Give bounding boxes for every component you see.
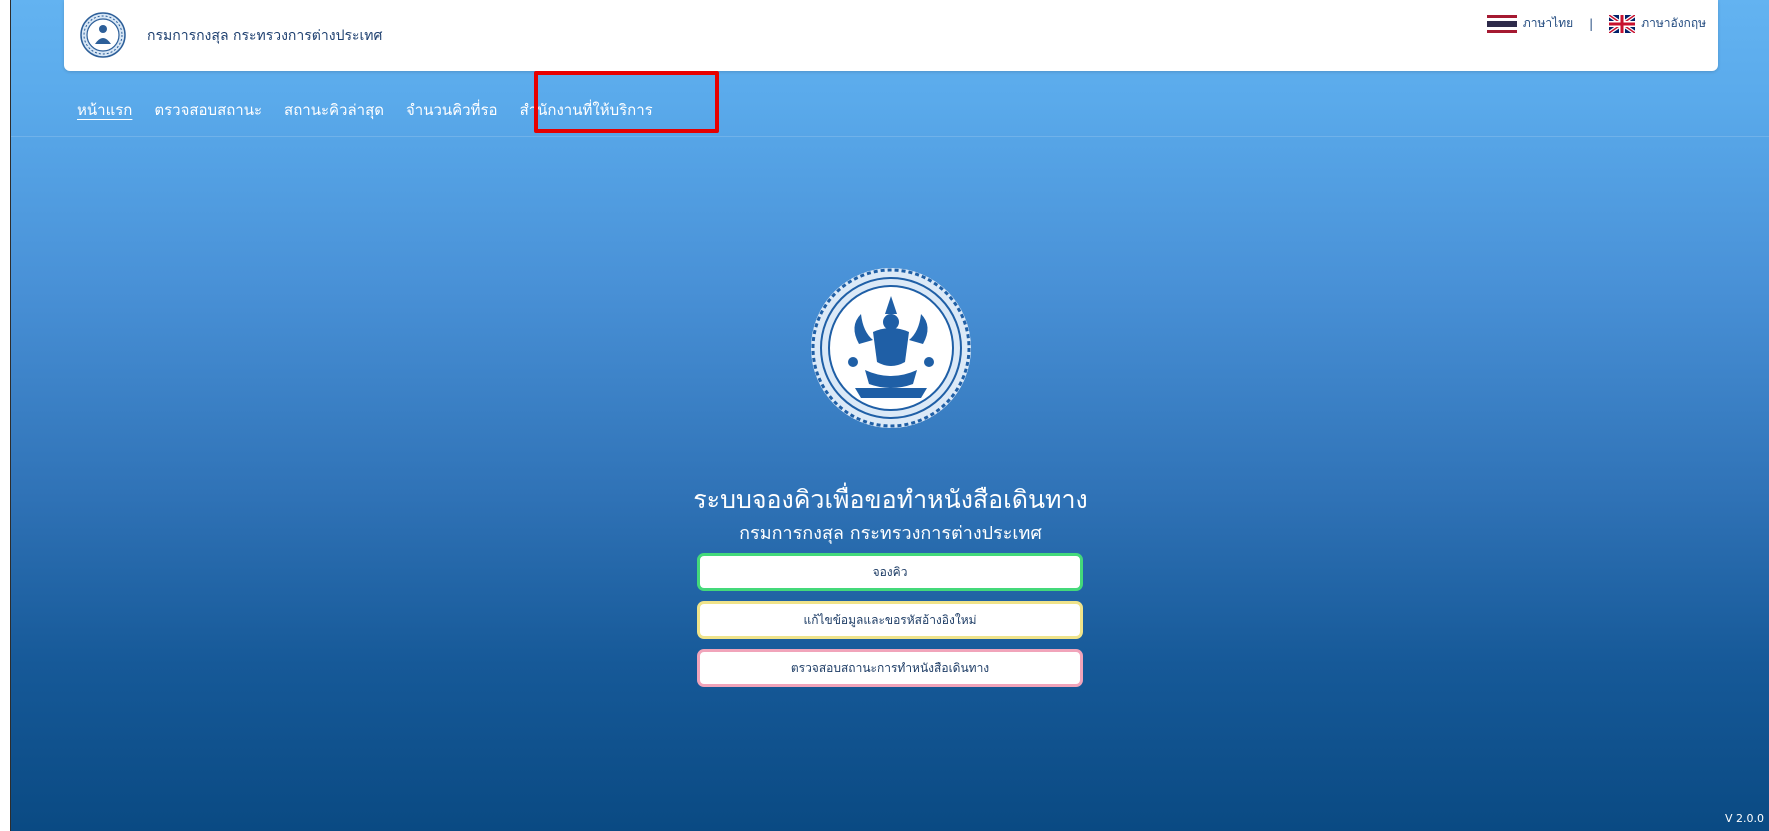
nav-check-status[interactable]: ตรวจสอบสถานะ: [154, 98, 262, 122]
nav-waiting-queue-count[interactable]: จำนวนคิวที่รอ: [406, 98, 498, 122]
edit-info-button[interactable]: แก้ไขข้อมูลและขอรหัสอ้างอิงใหม่: [697, 601, 1083, 639]
highlight-annotation-box: [534, 71, 719, 133]
nav-home[interactable]: หน้าแรก: [77, 98, 132, 122]
lang-english-option[interactable]: ภาษาอังกฤษ: [1609, 14, 1706, 33]
nav-latest-queue-status[interactable]: สถานะคิวล่าสุด: [284, 98, 384, 122]
lang-thai-label: ภาษาไทย: [1522, 16, 1574, 30]
language-switcher: ภาษาไทย | ภาษาอังกฤษ: [1486, 14, 1706, 33]
page: กรมการกงสุล กระทรวงการต่างประเทศ ภาษาไทย…: [10, 0, 1769, 831]
uk-flag-icon: [1609, 14, 1636, 33]
lang-separator: |: [1589, 16, 1594, 31]
version-label: V 2.0.0: [1724, 812, 1764, 825]
department-seal-icon: [811, 268, 971, 428]
page-title: ระบบจองคิวเพื่อขอทำหนังสือเดินทาง: [693, 485, 1088, 514]
lang-thai-option[interactable]: ภาษาไทย: [1486, 14, 1574, 33]
book-queue-button[interactable]: จองคิว: [697, 553, 1083, 591]
header-seal-icon[interactable]: [80, 12, 126, 58]
header-bar: กรมการกงสุล กระทรวงการต่างประเทศ ภาษาไทย…: [64, 0, 1718, 71]
thai-flag-icon: [1486, 14, 1517, 33]
page-subtitle: กรมการกงสุล กระทรวงการต่างประเทศ: [739, 523, 1042, 544]
check-passport-status-button[interactable]: ตรวจสอบสถานะการทำหนังสือเดินทาง: [697, 649, 1083, 687]
header-org-title: กรมการกงสุล กระทรวงการต่างประเทศ: [147, 28, 383, 44]
lang-english-label: ภาษาอังกฤษ: [1641, 16, 1706, 30]
